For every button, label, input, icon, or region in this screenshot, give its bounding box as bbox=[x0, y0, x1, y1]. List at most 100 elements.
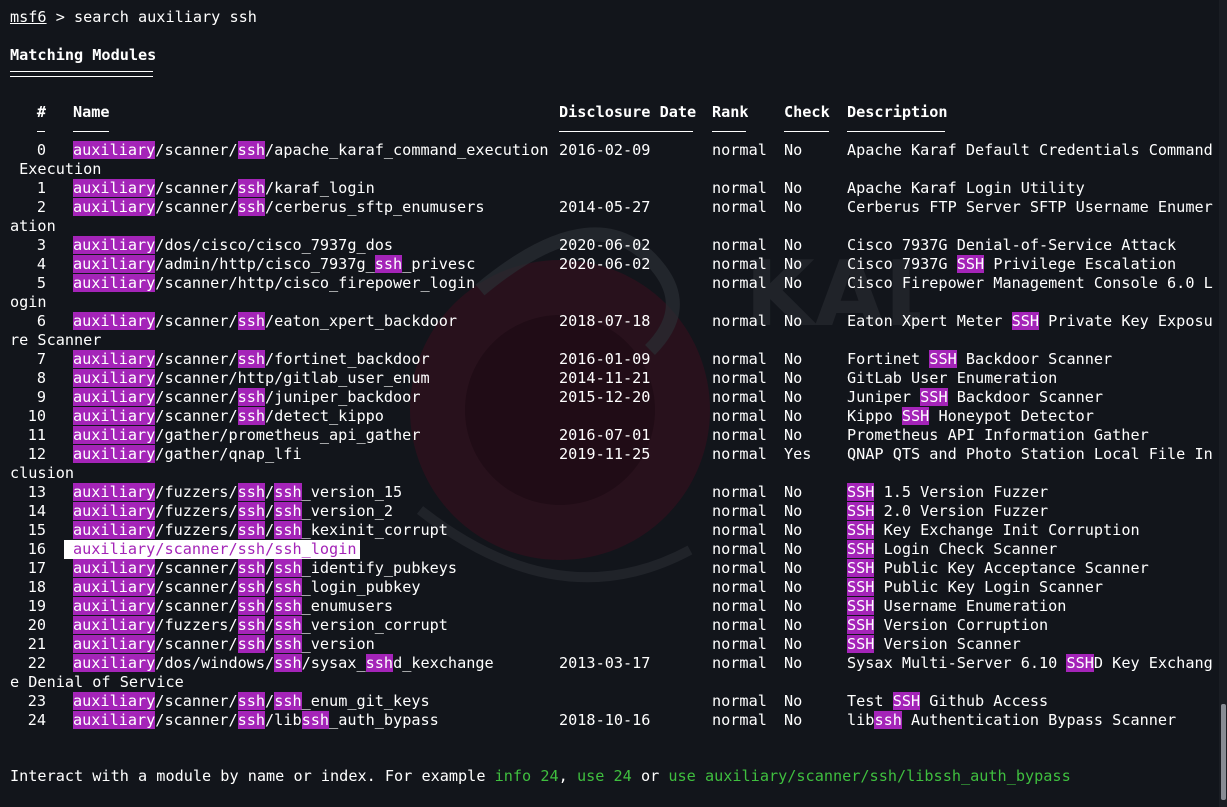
module-name[interactable]: auxiliary/dos/windows/ssh/sysax_sshd_kex… bbox=[73, 654, 494, 673]
search-match: auxiliary bbox=[73, 179, 156, 197]
module-name[interactable]: auxiliary/dos/cisco/cisco_7937g_dos bbox=[73, 236, 393, 255]
module-path-part: /cerberus_sftp_enumusers bbox=[265, 198, 485, 216]
module-name[interactable]: auxiliary/scanner/http/cisco_firepower_l… bbox=[73, 274, 475, 293]
description-part: Backdoor Scanner bbox=[956, 350, 1113, 368]
module-name[interactable]: auxiliary/scanner/ssh/fortinet_backdoor bbox=[73, 350, 430, 369]
search-match: SSH bbox=[929, 350, 957, 368]
description-part: Cisco 7937G bbox=[847, 255, 957, 273]
search-match: auxiliary bbox=[73, 502, 156, 520]
scrollbar-track[interactable] bbox=[1219, 0, 1227, 807]
search-match: ssh bbox=[237, 578, 266, 596]
search-match: SSH bbox=[847, 559, 875, 577]
search-match: ssh bbox=[874, 711, 902, 729]
search-match: ssh bbox=[274, 692, 302, 710]
module-name[interactable]: auxiliary/scanner/ssh/ssh_login bbox=[73, 540, 357, 559]
module-name[interactable]: auxiliary/admin/http/cisco_7937g_ssh_pri… bbox=[73, 255, 475, 274]
check: No bbox=[784, 350, 803, 368]
rank: normal bbox=[712, 616, 767, 634]
module-path-part: /lib bbox=[265, 711, 302, 729]
module-name[interactable]: auxiliary/gather/qnap_lfi bbox=[73, 445, 302, 464]
footer-cmd-use-name[interactable]: use auxiliary/scanner/ssh/libssh_auth_by… bbox=[668, 767, 1070, 785]
module-path-part: /fuzzers/ bbox=[155, 502, 238, 520]
module-name[interactable]: auxiliary/scanner/ssh/libssh_auth_bypass bbox=[73, 711, 439, 730]
header-check: Check bbox=[784, 103, 830, 121]
module-name[interactable]: auxiliary/fuzzers/ssh/ssh_version_2 bbox=[73, 502, 393, 521]
search-match: ssh bbox=[301, 711, 330, 729]
search-match: ssh bbox=[274, 635, 302, 653]
description-part: Sysax Multi-Server 6.10 bbox=[847, 654, 1067, 672]
rank: normal bbox=[712, 502, 767, 520]
description-part: Github Access bbox=[920, 692, 1049, 710]
module-name[interactable]: auxiliary/fuzzers/ssh/ssh_kexinit_corrup… bbox=[73, 521, 448, 540]
row-index: 19 bbox=[27, 597, 46, 615]
module-name[interactable]: auxiliary/scanner/ssh/karaf_login bbox=[73, 179, 375, 198]
footer-cmd-use-index[interactable]: use 24 bbox=[577, 767, 632, 785]
scrollbar-thumb[interactable] bbox=[1221, 704, 1226, 800]
description: SSH Version Scanner bbox=[847, 635, 1021, 654]
module-name[interactable]: auxiliary/scanner/ssh/eaton_xpert_backdo… bbox=[73, 312, 457, 331]
module-name[interactable]: auxiliary/scanner/ssh/ssh_version bbox=[73, 635, 375, 654]
module-path-part: d_kexchange bbox=[393, 654, 494, 672]
module-name[interactable]: auxiliary/scanner/http/gitlab_user_enum bbox=[73, 369, 430, 388]
module-name[interactable]: auxiliary/scanner/ssh/ssh_login_pubkey bbox=[73, 578, 421, 597]
search-match: ssh bbox=[237, 179, 266, 197]
search-match: SSH bbox=[892, 692, 921, 710]
module-name[interactable]: auxiliary/scanner/ssh/cerberus_sftp_enum… bbox=[73, 198, 484, 217]
module-path-part: /karaf_login bbox=[265, 179, 375, 197]
check: No bbox=[784, 369, 803, 387]
module-name[interactable]: auxiliary/scanner/ssh/ssh_enum_git_keys bbox=[73, 692, 430, 711]
search-match: auxiliary bbox=[73, 388, 156, 406]
module-path-part: _version_15 bbox=[301, 483, 403, 501]
search-match: ssh bbox=[237, 540, 266, 558]
description-part: Username Enumeration bbox=[874, 597, 1067, 615]
module-name[interactable]: auxiliary/scanner/ssh/juniper_backdoor bbox=[73, 388, 420, 407]
module-path-part: /scanner/ bbox=[155, 540, 238, 558]
description-wrap: ation bbox=[10, 217, 56, 235]
search-match: ssh bbox=[237, 597, 266, 615]
module-path-part: /dos/cisco/cisco_7937g_dos bbox=[155, 236, 394, 254]
search-match: SSH bbox=[1011, 312, 1040, 330]
description: libssh Authentication Bypass Scanner bbox=[847, 711, 1176, 730]
row-index: 6 bbox=[36, 312, 46, 330]
search-match: auxiliary bbox=[73, 483, 156, 501]
disclosure-date: 2020-06-02 bbox=[559, 255, 651, 273]
search-match: ssh bbox=[274, 540, 302, 558]
terminal-output: msf6 > search auxiliary ssh Matching Mod… bbox=[10, 0, 1213, 807]
description: Test SSH Github Access bbox=[847, 692, 1048, 711]
check: Yes bbox=[784, 445, 812, 463]
module-name[interactable]: auxiliary/scanner/ssh/detect_kippo bbox=[73, 407, 384, 426]
check: No bbox=[784, 521, 803, 539]
header-underline-name bbox=[73, 131, 109, 132]
check: No bbox=[784, 502, 803, 520]
footer-cmd-info[interactable]: info 24 bbox=[495, 767, 559, 785]
search-match: SSH bbox=[920, 388, 948, 406]
search-match: SSH bbox=[1066, 654, 1094, 672]
module-path-part: /fuzzers/ bbox=[155, 616, 238, 634]
description: SSH Login Check Scanner bbox=[847, 540, 1057, 559]
search-match: ssh bbox=[274, 483, 302, 501]
rank: normal bbox=[712, 597, 767, 615]
module-path-part: /dos/windows/ bbox=[155, 654, 275, 672]
description-part: lib bbox=[847, 711, 875, 729]
description-part: Juniper bbox=[847, 388, 921, 406]
check: No bbox=[784, 540, 803, 558]
module-name[interactable]: auxiliary/scanner/ssh/ssh_identify_pubke… bbox=[73, 559, 457, 578]
module-name[interactable]: auxiliary/scanner/ssh/ssh_enumusers bbox=[73, 597, 393, 616]
module-name[interactable]: auxiliary/scanner/ssh/apache_karaf_comma… bbox=[73, 141, 548, 160]
footer-text: Interact with a module by name or index.… bbox=[10, 767, 495, 785]
description: Prometheus API Information Gather bbox=[847, 426, 1149, 445]
module-name[interactable]: auxiliary/gather/prometheus_api_gather bbox=[73, 426, 420, 445]
description-part: Private Key Exposu bbox=[1039, 312, 1213, 330]
check: No bbox=[784, 388, 803, 406]
module-name[interactable]: auxiliary/fuzzers/ssh/ssh_version_15 bbox=[73, 483, 402, 502]
module-path-part: /admin/http/cisco_7937g_ bbox=[155, 255, 375, 273]
rank: normal bbox=[712, 350, 767, 368]
description-part: Backdoor Scanner bbox=[947, 388, 1104, 406]
module-name[interactable]: auxiliary/fuzzers/ssh/ssh_version_corrup… bbox=[73, 616, 448, 635]
search-match: ssh bbox=[237, 616, 266, 634]
description-part: Prometheus API Information Gather bbox=[847, 426, 1149, 444]
module-path-part: /scanner/ bbox=[155, 141, 238, 159]
rank: normal bbox=[712, 578, 767, 596]
search-match: auxiliary bbox=[73, 597, 156, 615]
module-path-part: / bbox=[265, 578, 275, 596]
